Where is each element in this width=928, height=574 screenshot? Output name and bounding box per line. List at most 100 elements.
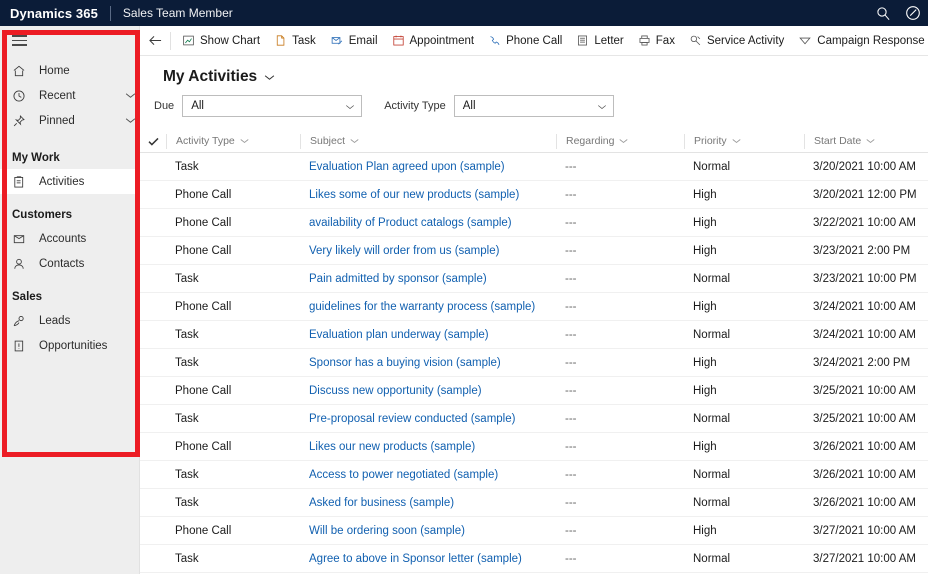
command-appointment[interactable]: Appointment — [385, 26, 482, 55]
sidebar-item-activities[interactable]: Activities — [0, 169, 139, 194]
column-header-activity-type[interactable]: Activity Type — [166, 133, 300, 149]
table-row[interactable]: Task Agree to above in Sponsor letter (sa… — [140, 545, 928, 573]
chevron-down-icon[interactable] — [866, 138, 875, 144]
cell-priority: High — [693, 300, 717, 313]
table-row[interactable]: Task Pre-proposal review conducted (sampl… — [140, 405, 928, 433]
cell-start-date: 3/26/2021 10:00 AM — [813, 468, 916, 481]
cell-subject-link[interactable]: Will be ordering soon (sample) — [300, 525, 556, 537]
email-icon — [330, 34, 344, 47]
sidebar-item-recent[interactable]: Recent — [0, 83, 139, 108]
sidebar-item-contacts[interactable]: Contacts — [0, 251, 139, 276]
sidebar-item-home[interactable]: Home — [0, 58, 139, 83]
chevron-down-icon[interactable] — [240, 138, 249, 144]
cell-regarding: --- — [565, 384, 577, 397]
search-icon[interactable] — [868, 0, 898, 26]
command-letter[interactable]: Letter — [569, 26, 630, 55]
cell-subject-link[interactable]: Asked for business (sample) — [300, 497, 556, 509]
table-row[interactable]: Task Evaluation plan underway (sample) ---… — [140, 321, 928, 349]
command-fax[interactable]: Fax — [631, 26, 682, 55]
cell-priority: Normal — [693, 496, 731, 509]
command-label: Phone Call — [506, 34, 563, 47]
command-label: Fax — [655, 34, 675, 47]
app-header-bar: Dynamics 365 Sales Team Member — [0, 0, 928, 26]
checkmark-icon[interactable] — [140, 137, 166, 146]
cell-regarding: --- — [565, 440, 577, 453]
cell-subject-link[interactable]: guidelines for the warranty process (sam… — [300, 301, 556, 313]
cell-priority: Normal — [693, 468, 731, 481]
cell-priority: High — [693, 244, 717, 257]
table-row[interactable]: Task Access to power negotiated (sample) -… — [140, 461, 928, 489]
command-task[interactable]: Task — [267, 26, 323, 55]
due-filter-select[interactable]: All — [182, 95, 363, 118]
table-row[interactable]: Task Evaluation Plan agreed upon (sample)… — [140, 153, 928, 181]
chevron-down-icon[interactable] — [597, 96, 607, 118]
cell-subject-link[interactable]: Sponsor has a buying vision (sample) — [300, 357, 556, 369]
activities-grid: Activity Type Subject Regarding Priority — [140, 130, 928, 574]
sidebar-item-accounts[interactable]: Accounts — [0, 226, 139, 251]
table-row[interactable]: Task Sponsor has a buying vision (sample)… — [140, 349, 928, 377]
pencil-circle-icon[interactable] — [898, 0, 928, 26]
table-row[interactable]: Phone Call Likes our new products (sample… — [140, 433, 928, 461]
due-filter-label: Due — [154, 100, 175, 112]
chevron-down-icon[interactable] — [350, 138, 359, 144]
back-arrow-icon[interactable] — [140, 26, 170, 55]
table-row[interactable]: Phone Call Will be ordering soon (sample)… — [140, 517, 928, 545]
column-header-priority[interactable]: Priority — [684, 133, 804, 149]
command-service-activity[interactable]: Service Activity — [682, 26, 791, 55]
chevron-down-icon[interactable] — [264, 74, 275, 81]
chevron-down-icon[interactable] — [121, 92, 139, 99]
cell-subject-link[interactable]: Likes our new products (sample) — [300, 441, 556, 453]
activity-type-filter-select[interactable]: All — [453, 95, 614, 118]
chevron-down-icon[interactable] — [619, 138, 628, 144]
chevron-down-icon[interactable] — [345, 96, 355, 118]
cell-subject-link[interactable]: Evaluation plan underway (sample) — [300, 329, 556, 341]
cell-subject-link[interactable]: Access to power negotiated (sample) — [300, 469, 556, 481]
sidebar-item-pinned[interactable]: Pinned — [0, 108, 139, 133]
chevron-down-icon[interactable] — [121, 117, 139, 124]
cell-start-date: 3/23/2021 2:00 PM — [813, 244, 911, 257]
cell-activity-type: Task — [175, 552, 199, 565]
command-label: Letter — [594, 34, 624, 47]
sidebar-item-leads[interactable]: Leads — [0, 308, 139, 333]
cell-regarding: --- — [565, 496, 577, 509]
cell-subject-link[interactable]: Discuss new opportunity (sample) — [300, 385, 556, 397]
table-row[interactable]: Phone Call Discuss new opportunity (sampl… — [140, 377, 928, 405]
chevron-down-icon[interactable] — [732, 138, 741, 144]
cell-regarding: --- — [565, 188, 577, 201]
table-row[interactable]: Task Pain admitted by sponsor (sample) ---… — [140, 265, 928, 293]
cell-regarding: --- — [565, 272, 577, 285]
view-selector[interactable]: My Activities — [140, 56, 928, 86]
command-show-chart[interactable]: Show Chart — [175, 26, 267, 55]
table-row[interactable]: Phone Call Very likely will order from us… — [140, 237, 928, 265]
cell-start-date: 3/26/2021 10:00 AM — [813, 440, 916, 453]
column-header-start-date[interactable]: Start Date — [804, 133, 928, 149]
sidebar-item-label: Pinned — [39, 114, 75, 127]
command-email[interactable]: Email — [323, 26, 385, 55]
sidebar-group-customers: Customers — [12, 209, 73, 221]
command-phone-call[interactable]: Phone Call — [481, 26, 569, 55]
cell-subject-link[interactable]: Pre-proposal review conducted (sample) — [300, 413, 556, 425]
cell-subject-link[interactable]: Likes some of our new products (sample) — [300, 189, 556, 201]
cell-regarding: --- — [565, 468, 577, 481]
command-campaign-response[interactable]: Campaign Response — [791, 26, 928, 55]
cell-subject-link[interactable]: Agree to above in Sponsor letter (sample… — [300, 553, 556, 565]
table-row[interactable]: Phone Call guidelines for the warranty pr… — [140, 293, 928, 321]
column-header-subject[interactable]: Subject — [300, 133, 556, 149]
opportunity-icon — [12, 338, 30, 354]
cell-regarding: --- — [565, 160, 577, 173]
table-row[interactable]: Phone Call availability of Product catalo… — [140, 209, 928, 237]
cell-subject-link[interactable]: Pain admitted by sponsor (sample) — [300, 273, 556, 285]
cell-regarding: --- — [565, 216, 577, 229]
table-row[interactable]: Task Asked for business (sample) --- Normal… — [140, 489, 928, 517]
column-header-regarding[interactable]: Regarding — [556, 133, 684, 149]
cell-start-date: 3/20/2021 10:00 AM — [813, 160, 916, 173]
cell-subject-link[interactable]: Very likely will order from us (sample) — [300, 245, 556, 257]
cell-subject-link[interactable]: Evaluation Plan agreed upon (sample) — [300, 161, 556, 173]
hamburger-icon[interactable] — [0, 26, 139, 58]
table-row[interactable]: Phone Call Likes some of our new products… — [140, 181, 928, 209]
product-brand-label[interactable]: Dynamics 365 — [0, 6, 98, 21]
sidebar-item-opportunities[interactable]: Opportunities — [0, 333, 139, 358]
campaign-response-icon — [798, 34, 812, 47]
cell-subject-link[interactable]: availability of Product catalogs (sample… — [300, 217, 556, 229]
app-name-label[interactable]: Sales Team Member — [123, 6, 233, 20]
